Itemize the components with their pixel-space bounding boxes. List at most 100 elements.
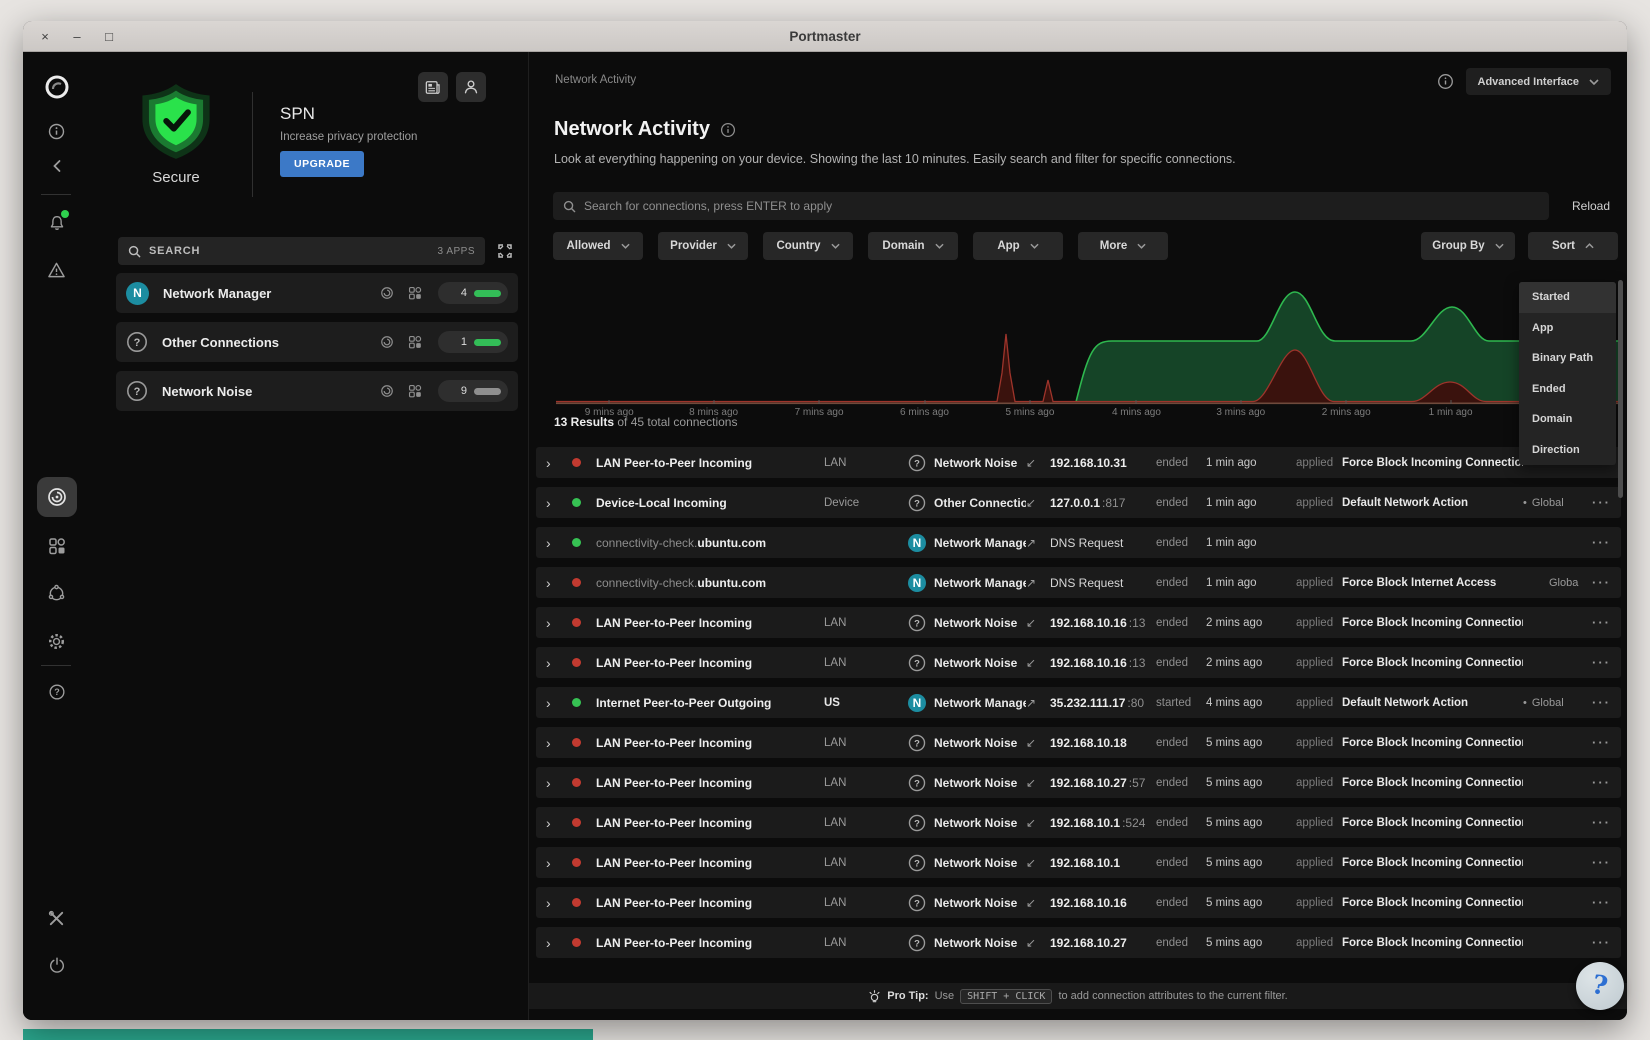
interface-selector[interactable]: Advanced Interface xyxy=(1465,68,1611,95)
expand-chevron-icon[interactable]: › xyxy=(546,535,572,551)
sort-menu-item-domain[interactable]: Domain xyxy=(1519,404,1616,435)
filter-button-country[interactable]: Country xyxy=(763,232,853,260)
dev-tools-icon[interactable] xyxy=(37,898,77,938)
connection-row[interactable]: › LAN Peer-to-Peer Incoming LAN? Network No… xyxy=(536,807,1621,838)
news-button[interactable] xyxy=(418,72,448,102)
connection-row[interactable]: › Internet Peer-to-Peer Outgoing US N Networ… xyxy=(536,687,1621,718)
sort-button[interactable]: Sort xyxy=(1528,232,1618,260)
apps-mini-icon[interactable] xyxy=(408,286,422,300)
network-activity-icon[interactable] xyxy=(36,477,77,517)
expand-chevron-icon[interactable]: › xyxy=(546,935,572,951)
search-label: SEARCH xyxy=(149,245,201,257)
connection-row[interactable]: › LAN Peer-to-Peer Incoming LAN? Network No… xyxy=(536,647,1621,678)
row-menu-button[interactable]: ··· xyxy=(1579,895,1611,910)
row-menu-button[interactable]: ··· xyxy=(1579,615,1611,630)
row-menu-button[interactable]: ··· xyxy=(1579,735,1611,750)
filter-button-domain[interactable]: Domain xyxy=(868,232,958,260)
filter-button-allowed[interactable]: Allowed xyxy=(553,232,643,260)
group-by-button[interactable]: Group By xyxy=(1421,232,1515,260)
row-menu-button[interactable]: ··· xyxy=(1579,655,1611,670)
sort-menu-item-ended[interactable]: Ended xyxy=(1519,374,1616,405)
connection-search-input[interactable] xyxy=(584,199,1539,213)
expand-chevron-icon[interactable]: › xyxy=(546,855,572,871)
sort-menu-item-started[interactable]: Started xyxy=(1519,282,1616,313)
expand-chevron-icon[interactable]: › xyxy=(546,695,572,711)
row-menu-button[interactable]: ··· xyxy=(1579,935,1611,950)
connection-row[interactable]: › LAN Peer-to-Peer Incoming LAN? Network No… xyxy=(536,887,1621,918)
expand-chevron-icon[interactable]: › xyxy=(546,895,572,911)
page-info-icon[interactable] xyxy=(720,122,736,138)
chevron-up-icon xyxy=(1585,243,1594,249)
sort-menu-item-app[interactable]: App xyxy=(1519,313,1616,344)
reload-button[interactable]: Reload xyxy=(1572,199,1610,213)
settings-icon[interactable] xyxy=(37,621,77,661)
app-list-item[interactable]: ? Other Connections 1 xyxy=(116,322,518,362)
row-menu-button[interactable]: ··· xyxy=(1579,695,1611,710)
account-button[interactable] xyxy=(456,72,486,102)
connection-row[interactable]: › Device-Local Incoming Device? Other Conne… xyxy=(536,487,1621,518)
expand-chevron-icon[interactable]: › xyxy=(546,775,572,791)
expand-chevron-icon[interactable]: › xyxy=(546,735,572,751)
applied-action: Force Block Internet Access xyxy=(1342,576,1497,589)
row-menu-button[interactable]: ··· xyxy=(1579,575,1611,590)
row-menu-button[interactable]: ··· xyxy=(1579,855,1611,870)
collapse-back-icon[interactable] xyxy=(37,146,77,186)
connection-row[interactable]: › LAN Peer-to-Peer Incoming LAN? Network No… xyxy=(536,727,1621,758)
network-activity-mini-icon[interactable] xyxy=(380,384,394,398)
connection-row[interactable]: › LAN Peer-to-Peer Incoming LAN? Network No… xyxy=(536,607,1621,638)
status-dot xyxy=(572,458,596,467)
upgrade-button[interactable]: UPGRADE xyxy=(280,151,365,177)
network-activity-mini-icon[interactable] xyxy=(380,335,394,349)
row-menu-button[interactable]: ··· xyxy=(1579,815,1611,830)
connection-row[interactable]: › LAN Peer-to-Peer Incoming LAN? Network No… xyxy=(536,927,1621,958)
filter-button-app[interactable]: App xyxy=(973,232,1063,260)
interface-info-icon[interactable] xyxy=(1437,73,1454,90)
connection-entity: 35.232.111.17:80 xyxy=(1050,695,1145,710)
network-activity-mini-icon[interactable] xyxy=(380,286,394,300)
filter-button-more[interactable]: More xyxy=(1078,232,1168,260)
spn-icon[interactable] xyxy=(37,573,77,613)
filter-button-provider[interactable]: Provider xyxy=(658,232,748,260)
scrollbar[interactable] xyxy=(1618,280,1623,498)
apps-mini-icon[interactable] xyxy=(408,384,422,398)
app-list-item[interactable]: N Network Manager 4 xyxy=(116,273,518,313)
connection-scope: LAN xyxy=(824,816,847,829)
connection-row[interactable]: › LAN Peer-to-Peer Incoming LAN? Network No… xyxy=(536,447,1621,478)
warning-icon[interactable] xyxy=(37,250,77,290)
sort-menu-item-direction[interactable]: Direction xyxy=(1519,435,1616,466)
connection-row[interactable]: › LAN Peer-to-Peer Incoming LAN? Network No… xyxy=(536,767,1621,798)
apps-icon[interactable] xyxy=(37,526,77,566)
support-bubble-button[interactable]: ? xyxy=(1576,962,1624,1010)
app-name: Network Noise xyxy=(934,775,1018,790)
direction-incoming-icon: ↙ xyxy=(1026,775,1037,790)
connection-row[interactable]: › connectivity-check. ubuntu.com N Network M… xyxy=(536,527,1621,558)
connection-row[interactable]: › connectivity-check. ubuntu.com N Network M… xyxy=(536,567,1621,598)
maximize-button[interactable]: □ xyxy=(101,28,117,44)
connection-row[interactable]: › LAN Peer-to-Peer Incoming LAN? Network No… xyxy=(536,847,1621,878)
expand-chevron-icon[interactable]: › xyxy=(546,655,572,671)
connection-entity: 192.168.10.1:524 xyxy=(1050,815,1146,830)
expand-chevron-icon[interactable]: › xyxy=(546,495,572,511)
app-list-item[interactable]: ? Network Noise 9 xyxy=(116,371,518,411)
close-button[interactable]: × xyxy=(37,28,53,44)
row-menu-button[interactable]: ··· xyxy=(1579,775,1611,790)
notification-badge xyxy=(60,210,69,218)
expand-chevron-icon[interactable]: › xyxy=(546,575,572,591)
app-search[interactable]: SEARCH 3 APPS xyxy=(118,237,485,265)
row-menu-button[interactable]: ··· xyxy=(1579,535,1611,550)
info-icon[interactable] xyxy=(37,111,77,151)
expand-button[interactable] xyxy=(491,237,519,265)
help-icon[interactable]: ? xyxy=(37,672,77,712)
apps-mini-icon[interactable] xyxy=(408,335,422,349)
shutdown-icon[interactable] xyxy=(37,945,77,985)
expand-icon xyxy=(498,244,512,258)
sort-menu-item-binary-path[interactable]: Binary Path xyxy=(1519,343,1616,374)
expand-chevron-icon[interactable]: › xyxy=(546,815,572,831)
status-dot xyxy=(572,658,596,667)
unknown-app-icon: ? xyxy=(127,332,147,352)
expand-chevron-icon[interactable]: › xyxy=(546,615,572,631)
row-menu-button[interactable]: ··· xyxy=(1579,495,1611,510)
expand-chevron-icon[interactable]: › xyxy=(546,455,572,471)
notifications-icon[interactable] xyxy=(37,203,77,243)
minimize-button[interactable]: – xyxy=(69,28,85,44)
